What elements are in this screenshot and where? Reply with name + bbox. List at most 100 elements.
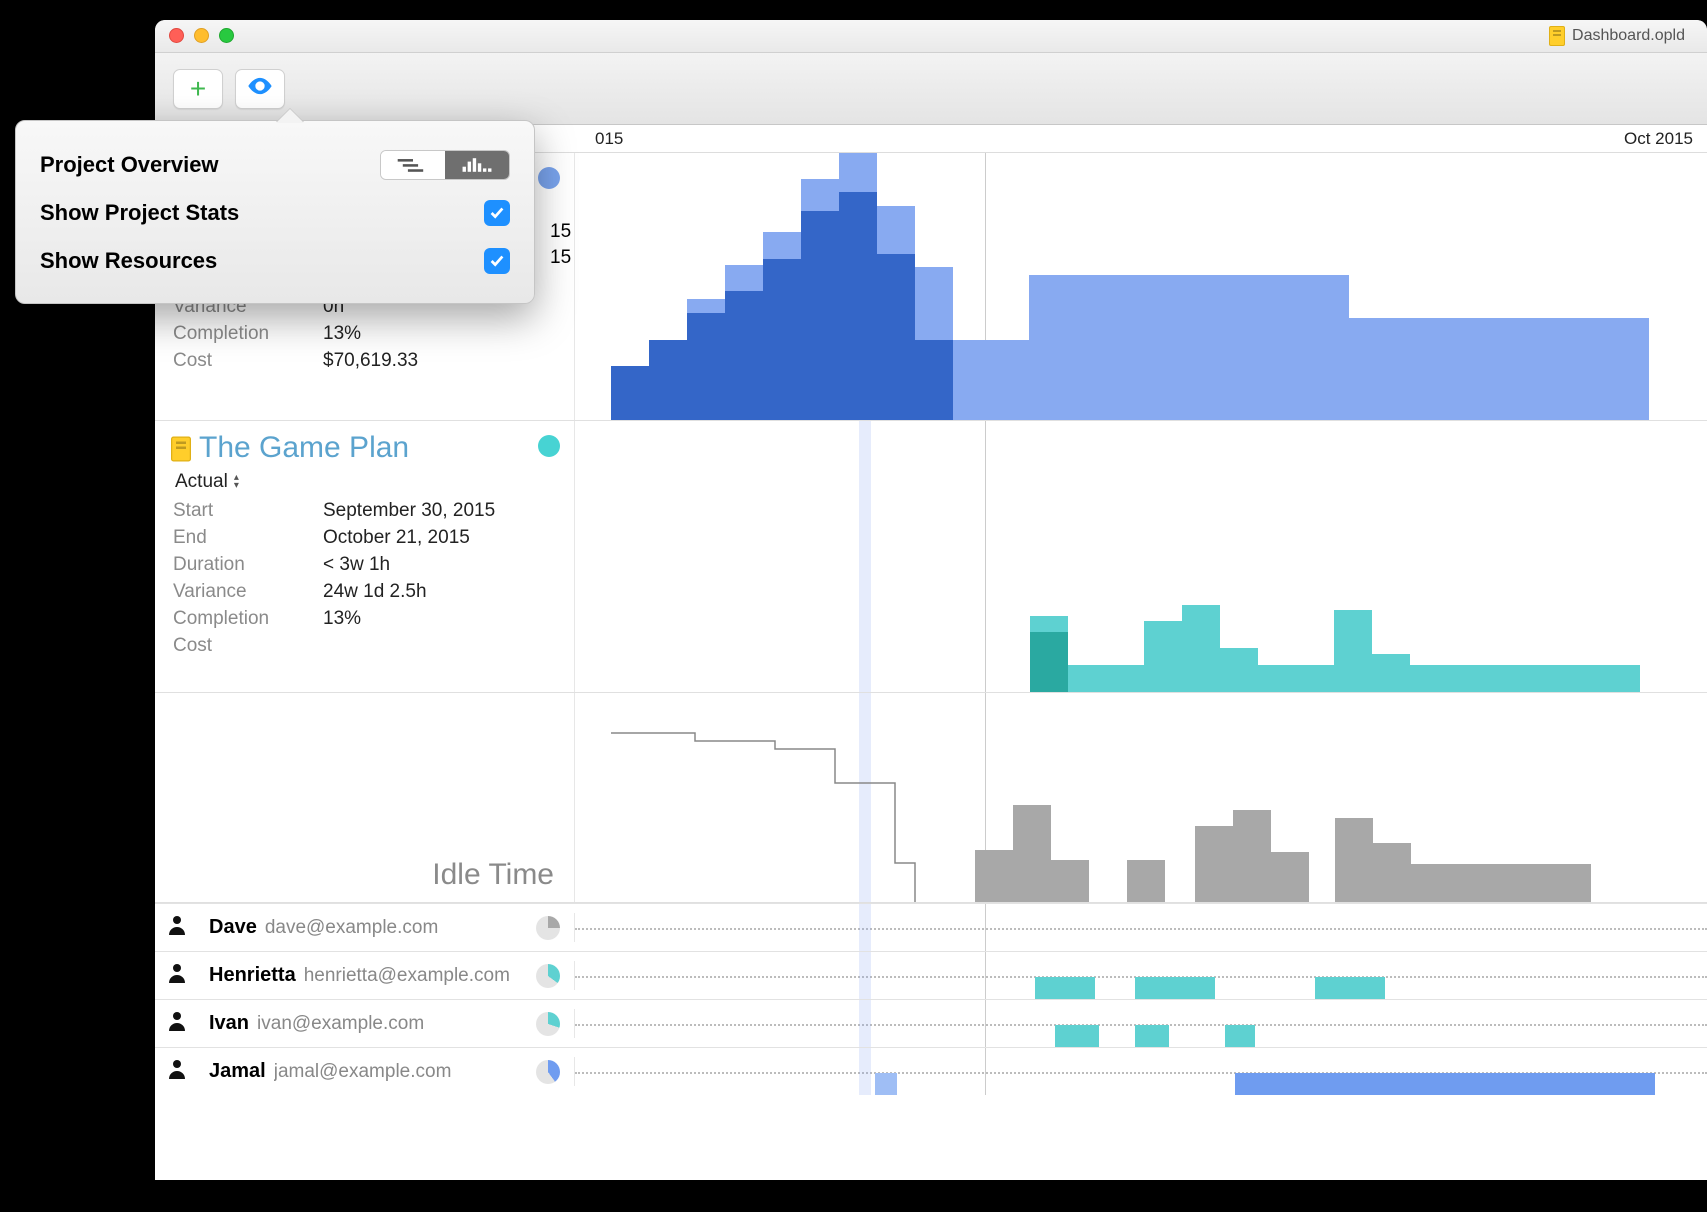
minimize-window-button[interactable] [194, 28, 209, 43]
person-icon [165, 913, 189, 942]
resource-row[interactable]: Jamaljamal@example.com [155, 1047, 1707, 1095]
assignment-bar[interactable] [1235, 1073, 1655, 1095]
resource-timeline[interactable] [575, 1048, 1707, 1095]
resource-row[interactable]: Henrietta henrietta@example.com [155, 951, 1707, 999]
resource-name: Ivan [209, 1012, 249, 1035]
window-title-text: Dashboard.opld [1572, 27, 1685, 45]
assignment-bar[interactable] [1225, 1025, 1255, 1047]
resource-timeline[interactable] [575, 952, 1707, 999]
window-title: Dashboard.opld [1549, 26, 1685, 46]
stat-label: End [173, 524, 323, 551]
stat-label: Start [173, 497, 323, 524]
assignment-bar[interactable] [1135, 1025, 1169, 1047]
project-color-dot [538, 435, 560, 457]
today-marker [859, 1000, 871, 1047]
resources-list: Dave dave@example.com Henrietta henrietta@e… [155, 903, 1707, 1095]
month-divider [985, 904, 986, 951]
stat-value: 24w 1d 2.5h [323, 581, 427, 602]
show-stats-checkbox[interactable] [484, 200, 510, 226]
timeline-track [575, 928, 1707, 930]
stepper-icon [234, 474, 244, 490]
window-controls [169, 28, 234, 43]
resource-info: Ivan ivan@example.com [155, 1009, 575, 1038]
resource-timeline[interactable] [575, 1000, 1707, 1047]
popover-label: Show Resources [40, 248, 217, 274]
idle-time-row: Idle Time [155, 693, 1707, 903]
month-divider [985, 952, 986, 999]
idle-timeline[interactable] [575, 693, 1707, 902]
stat-label: Completion [173, 320, 323, 347]
utilization-pie [536, 1012, 560, 1036]
project-title-text: The Game Plan [199, 431, 409, 465]
project-row: The Game Plan Actual StartSeptember 30, … [155, 421, 1707, 693]
stat-value: 13% [323, 323, 361, 344]
popover-row-stats: Show Project Stats [40, 189, 510, 237]
zoom-window-button[interactable] [219, 28, 234, 43]
view-options-popover: Project Overview Show Project Stats Show… [15, 120, 535, 304]
project-timeline[interactable] [575, 421, 1707, 692]
assignment-bar[interactable] [1135, 977, 1215, 999]
partial-text: 15 [550, 221, 571, 243]
plus-icon: + [190, 75, 206, 103]
gantt-view-option[interactable] [381, 151, 445, 179]
stat-label: Duration [173, 551, 323, 578]
popover-label: Show Project Stats [40, 200, 239, 226]
stat-label: Variance [173, 578, 323, 605]
resource-email: henrietta@example.com [304, 965, 510, 987]
assignment-bar[interactable] [1035, 977, 1095, 999]
stats-mode-selector[interactable]: Actual [175, 471, 574, 493]
idle-time-label: Idle Time [432, 858, 554, 892]
histogram-view-option[interactable] [445, 151, 509, 179]
titlebar: Dashboard.opld [155, 20, 1707, 53]
assignment-bar[interactable] [875, 1073, 897, 1095]
partial-text: 15 [550, 247, 571, 269]
popover-row-resources: Show Resources [40, 237, 510, 285]
month-divider [985, 1000, 986, 1047]
content-area: Variance0h Completion13% Cost$70,619.33 … [155, 153, 1707, 1180]
resource-timeline[interactable] [575, 904, 1707, 951]
project-title[interactable]: The Game Plan [173, 431, 574, 465]
histogram-bars [575, 153, 1707, 420]
project-stats: StartSeptember 30, 2015 EndOctober 21, 2… [173, 497, 574, 659]
project-info-panel: The Game Plan Actual StartSeptember 30, … [155, 421, 575, 692]
popover-row-overview: Project Overview [40, 141, 510, 189]
resource-row[interactable]: Dave dave@example.com [155, 903, 1707, 951]
assignment-bar[interactable] [1315, 977, 1385, 999]
stat-label: Completion [173, 605, 323, 632]
ruler-tick: 015 [595, 129, 623, 149]
stat-value: $70,619.33 [323, 350, 418, 371]
histogram-bars [575, 693, 1707, 902]
today-marker [859, 904, 871, 951]
project-timeline[interactable] [575, 153, 1707, 420]
idle-label-panel: Idle Time [155, 693, 575, 902]
stat-label: Cost [173, 347, 323, 374]
month-divider [985, 1048, 986, 1095]
toolbar: + [155, 53, 1707, 125]
person-icon [165, 961, 189, 990]
resource-name: Dave [209, 916, 257, 939]
utilization-pie [536, 964, 560, 988]
eye-icon [246, 72, 274, 105]
stat-value: < 3w 1h [323, 554, 390, 575]
resource-info: Jamaljamal@example.com [155, 1057, 575, 1086]
resource-email: dave@example.com [265, 917, 438, 939]
view-options-button[interactable] [235, 69, 285, 109]
resource-email: ivan@example.com [257, 1013, 424, 1035]
close-window-button[interactable] [169, 28, 184, 43]
stat-label: Cost [173, 632, 323, 659]
project-stats: Variance0h Completion13% Cost$70,619.33 [173, 293, 574, 374]
ruler-tick: Oct 2015 [1624, 129, 1693, 149]
resource-name: Henrietta [209, 964, 296, 987]
assignment-bar[interactable] [1055, 1025, 1099, 1047]
document-icon [1549, 26, 1565, 46]
person-icon [165, 1009, 189, 1038]
show-resources-checkbox[interactable] [484, 248, 510, 274]
today-marker [859, 952, 871, 999]
resource-email: jamal@example.com [274, 1061, 452, 1083]
project-color-dot [538, 167, 560, 189]
add-button[interactable]: + [173, 69, 223, 109]
stat-value: October 21, 2015 [323, 527, 470, 548]
resource-info: Henrietta henrietta@example.com [155, 961, 575, 990]
resource-row[interactable]: Ivan ivan@example.com [155, 999, 1707, 1047]
overview-style-segmented[interactable] [380, 150, 510, 180]
